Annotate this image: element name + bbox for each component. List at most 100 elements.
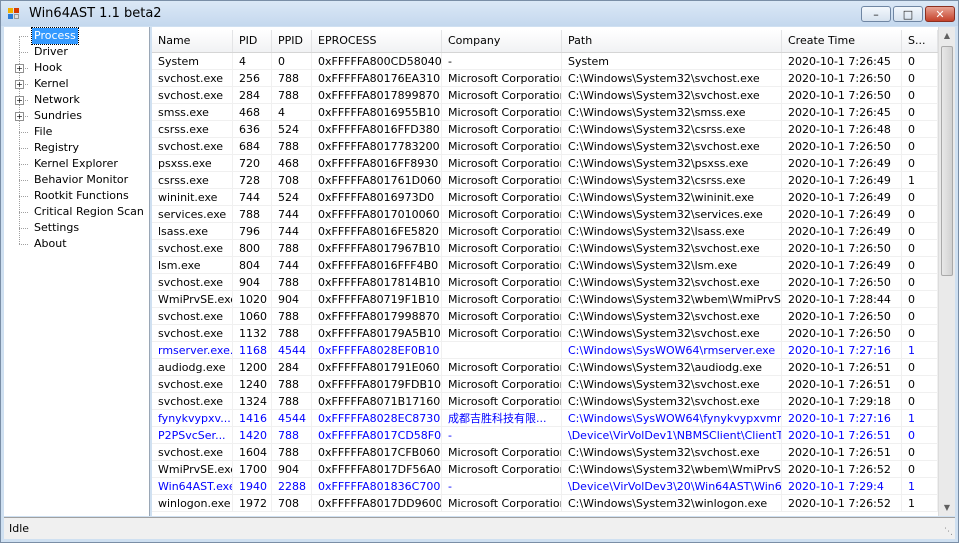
sidebar-item-settings[interactable]: Settings — [4, 220, 146, 236]
table-row[interactable]: svchost.exe 284 788 0xFFFFFA8017899870 Micro… — [152, 87, 938, 104]
title-bar[interactable]: Win64AST 1.1 beta2 – □ ✕ — [1, 1, 958, 26]
table-cell: 4544 — [272, 410, 312, 427]
sidebar-tree[interactable]: Process Driver + Hook + Kernel + Network + Sundri… — [4, 27, 150, 516]
table-row[interactable]: WmiPrvSE.exe 1020 904 0xFFFFFA80719F1B10 Mic… — [152, 291, 938, 308]
table-cell: 0 — [902, 376, 938, 393]
sidebar-item-network[interactable]: + Network — [4, 92, 146, 108]
table-cell: 0 — [902, 138, 938, 155]
expand-plus-icon[interactable]: + — [15, 112, 24, 121]
table-row[interactable]: P2PSvcSer... 1420 788 0xFFFFFA8017CD58F0- \D… — [152, 427, 938, 444]
sidebar-item-driver[interactable]: Driver — [4, 44, 146, 60]
table-cell: 1200 — [233, 359, 272, 376]
table-cell: 2020-10-1 7:26:50 — [782, 87, 902, 104]
expand-plus-icon[interactable]: + — [15, 96, 24, 105]
sidebar-item-hook[interactable]: + Hook — [4, 60, 146, 76]
sidebar-item-kernel-explorer[interactable]: Kernel Explorer — [4, 156, 146, 172]
table-cell: P2PSvcSer... — [152, 427, 233, 444]
table-cell: 0 — [902, 325, 938, 342]
table-cell: 0xFFFFFA8016973D0 — [312, 189, 442, 206]
scroll-down-button[interactable]: ▼ — [939, 499, 955, 516]
table-row[interactable]: svchost.exe 256 788 0xFFFFFA80176EA310 Micro… — [152, 70, 938, 87]
table-row[interactable]: svchost.exe 684 788 0xFFFFFA8017783200 Micro… — [152, 138, 938, 155]
table-row[interactable]: csrss.exe 636 524 0xFFFFFA8016FFD380 Microso… — [152, 121, 938, 138]
table-cell: 2020-10-1 7:26:49 — [782, 172, 902, 189]
table-cell: 1 — [902, 172, 938, 189]
table-cell: 0xFFFFFA801791E060 — [312, 359, 442, 376]
table-row[interactable]: svchost.exe 1240 788 0xFFFFFA80179FDB10 Micr… — [152, 376, 938, 393]
scroll-up-button[interactable]: ▲ — [939, 27, 955, 44]
status-text: Idle — [9, 522, 30, 535]
table-cell: 0xFFFFFA8017CFB060 — [312, 444, 442, 461]
table-row[interactable]: wininit.exe 744 524 0xFFFFFA8016973D0 Micros… — [152, 189, 938, 206]
table-cell: 788 — [272, 70, 312, 87]
column-header[interactable]: Company — [442, 30, 562, 52]
table-row[interactable]: smss.exe 468 4 0xFFFFFA8016955B10 Microsoft … — [152, 104, 938, 121]
column-header[interactable]: Create Time — [782, 30, 902, 52]
table-row[interactable]: WmiPrvSE.exe 1700 904 0xFFFFFA8017DF56A0 Mic… — [152, 461, 938, 478]
sidebar-item-file[interactable]: File — [4, 124, 146, 140]
scroll-thumb[interactable] — [941, 46, 953, 276]
sidebar-item-sundries[interactable]: + Sundries — [4, 108, 146, 124]
sidebar-item-kernel[interactable]: + Kernel — [4, 76, 146, 92]
maximize-button[interactable]: □ — [893, 6, 923, 22]
column-header[interactable]: Path — [562, 30, 782, 52]
table-row[interactable]: audiodg.exe 1200 284 0xFFFFFA801791E060 Micr… — [152, 359, 938, 376]
close-button[interactable]: ✕ — [925, 6, 955, 22]
table-row[interactable]: lsm.exe 804 744 0xFFFFFA8016FFF4B0 Microsoft… — [152, 257, 938, 274]
expand-plus-icon[interactable]: + — [15, 80, 24, 89]
table-row[interactable]: svchost.exe 1132 788 0xFFFFFA80179A5B10 Micr… — [152, 325, 938, 342]
table-row[interactable]: fynykvypxv... 1416 4544 0xFFFFFA8028EC8730 成… — [152, 410, 938, 427]
resize-grip-icon[interactable]: ⋱ — [943, 527, 953, 537]
status-bar: Idle ⋱ — [4, 517, 955, 539]
sidebar-item-label: Critical Region Scan — [34, 205, 144, 218]
table-row[interactable]: Win64AST.exe 1940 2288 0xFFFFFA801836C700- \… — [152, 478, 938, 495]
table-cell: 788 — [272, 240, 312, 257]
column-header[interactable]: S... — [902, 30, 938, 52]
sidebar-item-about[interactable]: About — [4, 236, 146, 252]
table-cell: lsass.exe — [152, 223, 233, 240]
table-cell: 0xFFFFFA801761D060 — [312, 172, 442, 189]
table-cell: 0xFFFFFA8016FFD380 — [312, 121, 442, 138]
table-row[interactable]: svchost.exe 904 788 0xFFFFFA8017814B10 Micro… — [152, 274, 938, 291]
sidebar-item-behavior-monitor[interactable]: Behavior Monitor — [4, 172, 146, 188]
table-cell: C:\Windows\System32\wininit.exe — [562, 189, 782, 206]
table-cell: Microsoft Corporation — [442, 138, 562, 155]
table-row[interactable]: winlogon.exe 1972 708 0xFFFFFA8017DD9600 Mic… — [152, 495, 938, 512]
table-cell: Microsoft Corporation — [442, 240, 562, 257]
column-header[interactable]: EPROCESS — [312, 30, 442, 52]
table-cell: 0 — [902, 359, 938, 376]
table-cell: 2020-10-1 7:26:50 — [782, 274, 902, 291]
table-row[interactable]: svchost.exe 1324 788 0xFFFFFA8071B17160 Micr… — [152, 393, 938, 410]
column-header[interactable]: Name — [152, 30, 233, 52]
sidebar-item-process[interactable]: Process — [4, 27, 146, 45]
table-cell: System — [562, 53, 782, 70]
table-row[interactable]: psxss.exe 720 468 0xFFFFFA8016FF8930 Microso… — [152, 155, 938, 172]
table-cell: svchost.exe — [152, 138, 233, 155]
expand-plus-icon[interactable]: + — [15, 64, 24, 73]
table-row[interactable]: services.exe 788 744 0xFFFFFA8017010060 Micr… — [152, 206, 938, 223]
table-cell: 0xFFFFFA8016FFF4B0 — [312, 257, 442, 274]
column-header[interactable]: PPID — [272, 30, 312, 52]
table-cell: 788 — [272, 393, 312, 410]
table-cell: 2020-10-1 7:26:51 — [782, 359, 902, 376]
sidebar-item-registry[interactable]: Registry — [4, 140, 146, 156]
sidebar-item-rootkit-functions[interactable]: Rootkit Functions — [4, 188, 146, 204]
table-row[interactable]: csrss.exe 728 708 0xFFFFFA801761D060 Microso… — [152, 172, 938, 189]
table-row[interactable]: System 4 0 0xFFFFFA800CD58040- System 2020-10… — [152, 53, 938, 70]
table-row[interactable]: lsass.exe 796 744 0xFFFFFA8016FE5820 Microso… — [152, 223, 938, 240]
sidebar-item-critical-region-scan[interactable]: Critical Region Scan — [4, 204, 146, 220]
table-row[interactable]: svchost.exe 1604 788 0xFFFFFA8017CFB060 Micr… — [152, 444, 938, 461]
tree-connector-branch — [19, 148, 28, 149]
column-header[interactable]: PID — [233, 30, 272, 52]
minimize-button[interactable]: – — [861, 6, 891, 22]
table-row[interactable]: svchost.exe 800 788 0xFFFFFA8017967B10 Micro… — [152, 240, 938, 257]
table-row[interactable]: svchost.exe 1060 788 0xFFFFFA8017998870 Micr… — [152, 308, 938, 325]
table-cell: C:\Windows\System32\svchost.exe — [562, 240, 782, 257]
vertical-scrollbar[interactable]: ▲ ▼ — [938, 27, 955, 516]
sidebar-item-label: Settings — [34, 221, 80, 234]
tree-connector-branch — [19, 132, 28, 133]
process-table[interactable]: Name PID PPID EPROCESS Company Path Create Tim… — [152, 27, 938, 516]
table-cell: C:\Windows\SysWOW64\fynykvypxvmr... — [562, 410, 782, 427]
table-cell: 成都吉胜科技有限... — [442, 410, 562, 427]
table-row[interactable]: rmserver.exe... 1168 4544 0xFFFFFA8028EF0B1… — [152, 342, 938, 359]
